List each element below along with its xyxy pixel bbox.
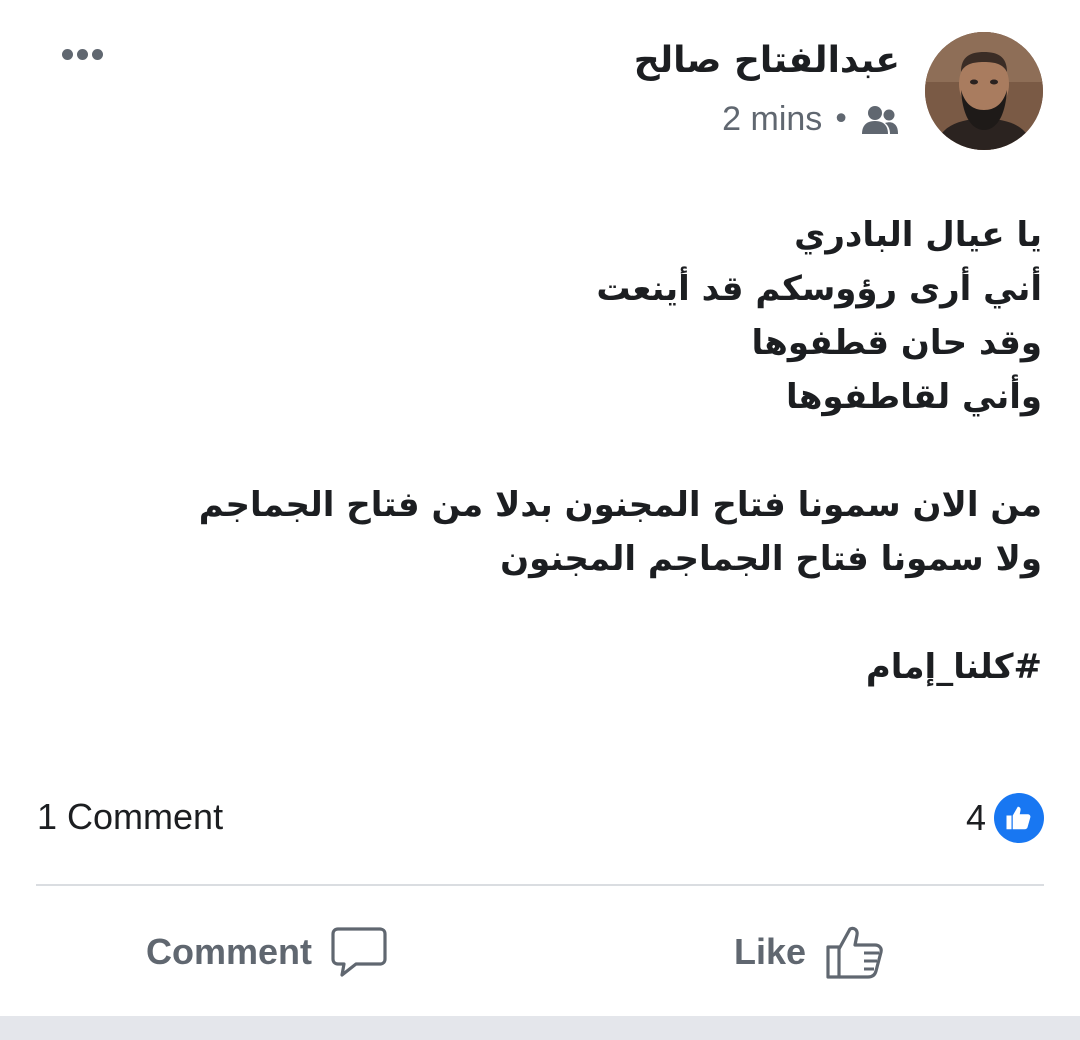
more-options-button[interactable] — [50, 36, 114, 72]
comment-button-label: Comment — [146, 931, 313, 972]
post-line: من الان سمونا فتاح المجنون بدلا من فتاح … — [198, 485, 1042, 525]
post-text: يا عيال البادري أني أرى رؤوسكم قد أينعت … — [42, 208, 1042, 694]
post-line: وقد حان قطفوها — [751, 323, 1042, 363]
meta-separator: • — [832, 102, 850, 137]
feed-separator — [0, 1016, 1080, 1040]
comment-icon — [331, 927, 387, 977]
hashtag-link[interactable]: #كلنا_إمام — [42, 640, 1042, 694]
post-meta: 2 mins • — [722, 100, 900, 139]
post-line: أني أرى رؤوسكم قد أينعت — [596, 269, 1042, 309]
more-dot-icon — [61, 48, 73, 60]
post-line: ولا سمونا فتاح الجماجم المجنون — [500, 539, 1042, 579]
author-name[interactable]: عبدالفتاح صالح — [634, 40, 900, 81]
likes-count: 4 — [965, 797, 986, 838]
comments-count[interactable]: 1 Comment — [37, 796, 223, 838]
reactions-summary[interactable]: 4 — [966, 793, 1044, 843]
like-icon — [826, 926, 883, 979]
like-reaction-icon — [994, 793, 1044, 843]
avatar[interactable] — [925, 32, 1043, 150]
like-button-label: Like — [734, 931, 807, 972]
friends-icon[interactable] — [860, 104, 900, 136]
post-line: وأني لقاطفوها — [786, 377, 1042, 417]
more-dot-icon — [91, 48, 103, 60]
like-button[interactable]: Like — [734, 912, 886, 992]
avatar-photo — [925, 32, 1043, 150]
divider — [36, 884, 1044, 886]
post-line: يا عيال البادري — [794, 215, 1042, 255]
comment-button[interactable]: Comment — [146, 912, 388, 992]
more-dot-icon — [76, 48, 88, 60]
post-time[interactable]: 2 mins — [722, 100, 822, 139]
